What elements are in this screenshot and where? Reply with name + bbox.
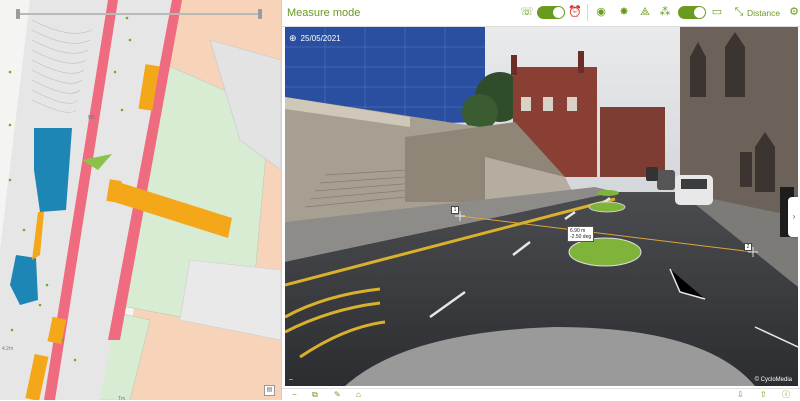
toggle-switch-2[interactable] — [678, 6, 706, 19]
area-measure-icon[interactable]: ▭ — [710, 5, 724, 19]
layers-icon[interactable]: ⧉ — [312, 390, 318, 400]
copyright: © CycloMedia — [754, 377, 792, 383]
toggle-knob — [553, 7, 564, 18]
map-slider-handle-left[interactable] — [16, 9, 20, 19]
pencil-icon[interactable]: ✎ — [334, 390, 341, 400]
map-layers-icon[interactable]: ▤ — [264, 385, 275, 396]
map-blue-area — [34, 128, 72, 212]
map-panel[interactable]: M5 4.2m Tm ▤ — [0, 0, 281, 400]
settings-icon[interactable]: ⚙ — [787, 5, 800, 19]
map-canvas[interactable] — [0, 0, 281, 400]
date-text: 25/05/2021 — [300, 34, 341, 43]
tag-icon[interactable]: ⌂ — [356, 390, 361, 400]
measurement-readout: 6.90 m -2.50 deg — [567, 226, 595, 242]
phone-camera-icon[interactable]: ☏ — [520, 5, 534, 19]
distance-button[interactable]: Distance — [747, 8, 780, 18]
pano-menu-icon[interactable]: – — [289, 376, 293, 383]
map-label: Tm — [118, 396, 126, 400]
nodes-icon[interactable]: ⁂ — [658, 5, 672, 19]
alarm-icon[interactable]: ⏰ — [568, 5, 582, 19]
map-label: M5 — [88, 115, 95, 121]
toggle-switch-1[interactable] — [537, 6, 565, 19]
map-slider-handle-right[interactable] — [258, 9, 262, 19]
panorama-image[interactable]: ⊕ 25/05/2021 1 2 6.90 m -2.50 deg – © Cyc… — [285, 27, 798, 386]
viewer-bottom-bar: − ⧉ ✎ ⌂ ⇩ ⇧ ⓘ — [282, 388, 800, 401]
panorama-viewer: Measure mode ☏ ⏰ ◉ ✸ ⟁ ⁂ ▭ ⤡ Distance ⚙ — [281, 0, 800, 401]
map-slider-track — [20, 13, 258, 15]
toolbar-divider — [587, 4, 588, 21]
zoom-icon[interactable]: ⊕ — [289, 31, 297, 45]
help-icon[interactable]: ⓘ — [782, 390, 790, 400]
map-label: 4.2m — [2, 346, 14, 352]
polyline-icon[interactable]: ⟁ — [638, 5, 652, 19]
upload-icon[interactable]: ⇧ — [760, 390, 767, 400]
measure-point-2[interactable]: 2 — [744, 243, 752, 251]
measurement-slope: -2.50 deg — [570, 234, 592, 240]
download-icon[interactable]: ⇩ — [737, 390, 744, 400]
green-marker — [568, 237, 642, 267]
measure-mode-title: Measure mode — [287, 7, 361, 19]
target-icon[interactable]: ◉ — [594, 5, 608, 19]
viewer-toolbar: Measure mode ☏ ⏰ ◉ ✸ ⟁ ⁂ ▭ ⤡ Distance ⚙ — [282, 0, 800, 27]
toggle-knob — [694, 7, 705, 18]
ruler-distance-icon[interactable]: ⤡ — [732, 5, 746, 19]
measure-point-1[interactable]: 1 — [451, 206, 459, 214]
capture-date: ⊕ 25/05/2021 — [289, 31, 341, 45]
street-scene — [285, 27, 798, 386]
minus-icon[interactable]: − — [292, 390, 297, 400]
star-point-icon[interactable]: ✸ — [617, 5, 631, 19]
side-panel-tab[interactable]: › — [788, 197, 798, 237]
map-timeline-slider[interactable] — [16, 9, 262, 19]
